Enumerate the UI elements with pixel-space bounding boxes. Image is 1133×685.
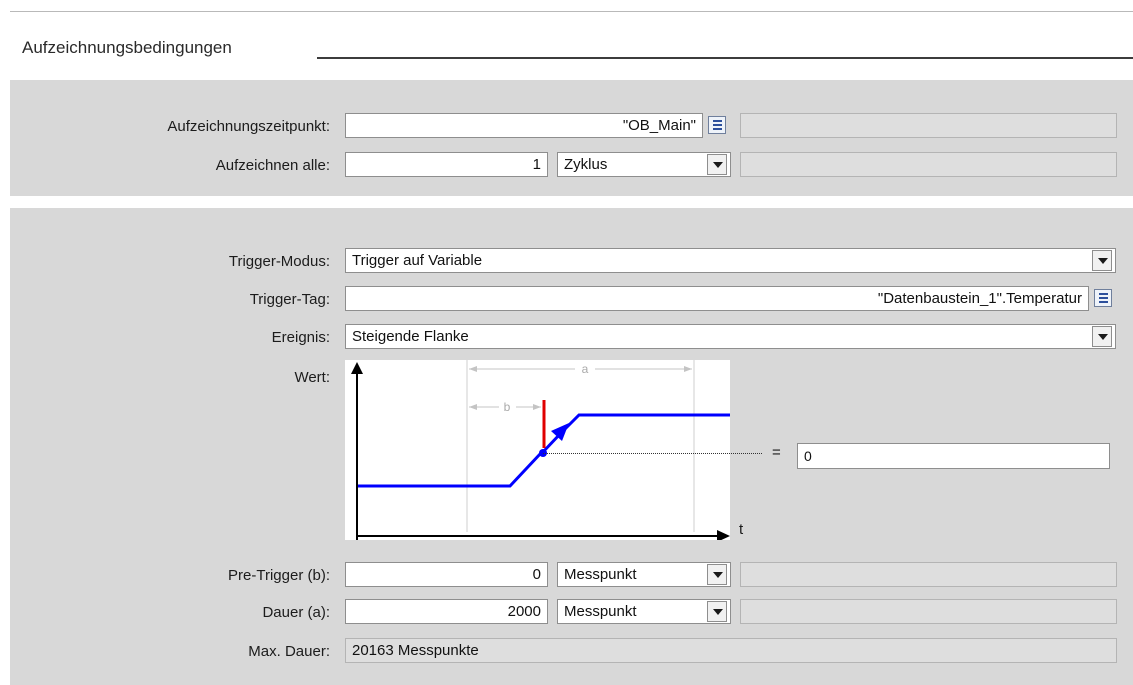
chevron-down-icon[interactable]	[1092, 326, 1112, 347]
max-duration-label: Max. Dauer:	[248, 643, 330, 660]
recording-every-label: Aufzeichnen alle:	[215, 157, 330, 174]
chevron-down-icon[interactable]	[707, 564, 727, 585]
y-axis-arrowhead	[351, 362, 363, 374]
duration-input[interactable]: 2000	[345, 599, 548, 624]
compare-symbol: =	[772, 444, 781, 461]
signal-curve-high	[559, 413, 730, 435]
duration-extra-field	[740, 599, 1117, 624]
compare-value-input[interactable]: 0	[797, 443, 1110, 469]
recording-every-input[interactable]: 1	[345, 152, 548, 177]
trigger-tag-label: Trigger-Tag:	[249, 291, 330, 308]
chevron-down-icon[interactable]	[707, 154, 727, 175]
list-icon[interactable]	[1094, 289, 1112, 307]
recording-panel	[10, 80, 1133, 196]
chevron-down-icon[interactable]	[707, 601, 727, 622]
trigger-level-dotted-line	[543, 453, 762, 454]
recording-time-field[interactable]: "OB_Main"	[345, 113, 703, 138]
top-divider	[10, 11, 1133, 12]
pretrigger-label: Pre-Trigger (b):	[228, 567, 330, 584]
dimension-a-label: a	[582, 362, 589, 376]
recording-every-unit-select[interactable]: Zyklus	[557, 152, 731, 177]
dimension-b-label: b	[504, 400, 511, 414]
event-label: Ereignis:	[271, 329, 330, 346]
trigger-tag-field[interactable]: "Datenbaustein_1".Temperatur	[345, 286, 1089, 311]
chevron-down-icon[interactable]	[1092, 250, 1112, 271]
x-axis-arrowhead	[717, 530, 730, 542]
recording-every-extra-field	[740, 152, 1117, 177]
section-title-rule	[317, 57, 1133, 59]
recording-time-extra-field	[740, 113, 1117, 138]
value-label: Wert:	[294, 369, 330, 386]
trigger-mode-select[interactable]: Trigger auf Variable	[345, 248, 1116, 273]
signal-curve	[357, 451, 543, 488]
event-select[interactable]: Steigende Flanke	[345, 324, 1116, 349]
pretrigger-extra-field	[740, 562, 1117, 587]
duration-unit-select[interactable]: Messpunkt	[557, 599, 731, 624]
dimension-a-arrow-right	[684, 366, 692, 372]
pretrigger-unit-select[interactable]: Messpunkt	[557, 562, 731, 587]
recording-time-label: Aufzeichnungszeitpunkt:	[167, 118, 330, 135]
trigger-diagram-svg: a b	[351, 360, 730, 542]
dimension-a-arrow-left	[469, 366, 477, 372]
duration-label: Dauer (a):	[262, 604, 330, 621]
max-duration-value: 20163 Messpunkte	[345, 638, 1117, 663]
trigger-diagram: a b	[345, 360, 730, 542]
dimension-b-arrow-right	[533, 404, 541, 410]
trigger-mode-label: Trigger-Modus:	[228, 253, 330, 270]
list-icon[interactable]	[708, 116, 726, 134]
diagram-axis-t-label: t	[739, 521, 744, 538]
section-title: Aufzeichnungsbedingungen	[22, 38, 232, 57]
pretrigger-input[interactable]: 0	[345, 562, 548, 587]
dimension-b-arrow-left	[469, 404, 477, 410]
